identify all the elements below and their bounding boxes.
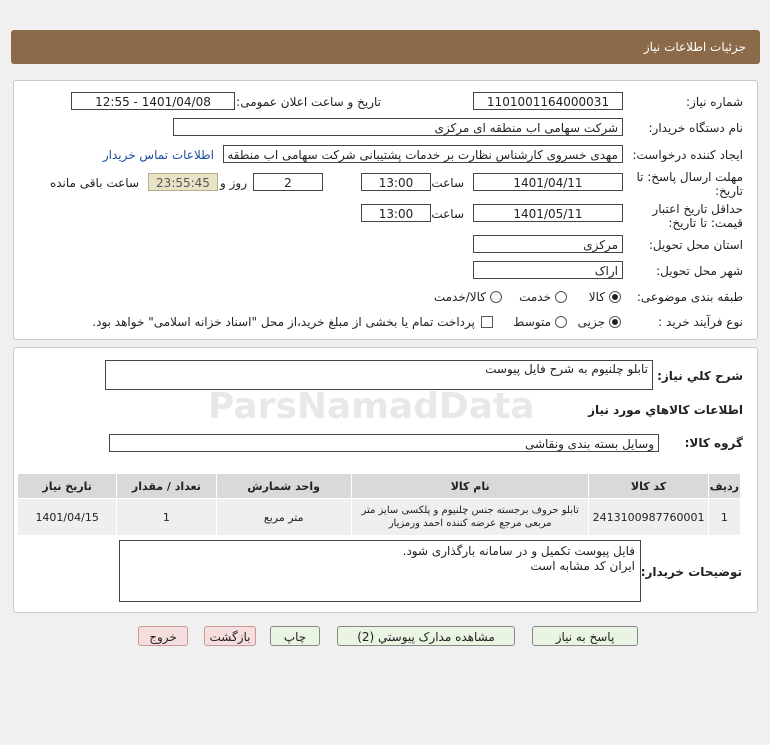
- creator-label: ایجاد کننده درخواست:: [632, 148, 743, 162]
- deadline-label-2: تاریخ:: [715, 184, 743, 198]
- remaining-label: ساعت باقی مانده: [49, 176, 139, 190]
- page-title: جزئیات اطلاعات نیاز: [643, 40, 746, 54]
- page-header: جزئیات اطلاعات نیاز: [11, 30, 760, 64]
- cell-unit: متر مربع: [215, 498, 352, 536]
- goods-section-title: اطلاعات كالاهاي مورد نياز: [588, 403, 743, 417]
- details-panel: شماره نیاز: 1101001164000031 تاریخ و ساع…: [13, 80, 758, 340]
- creator-field: مهدی خسروی کارشناس نظارت بر خدمات پشتیبا…: [223, 145, 623, 163]
- process-label: نوع فرآیند خرید :: [658, 315, 743, 329]
- description-label: شرح كلي نياز:: [657, 369, 743, 383]
- col-name: نام کالا: [350, 473, 590, 499]
- process-radio-minor[interactable]: [609, 316, 621, 328]
- attachments-button[interactable]: مشاهده مدارک پیوستي (2): [337, 626, 515, 646]
- process-medium-label: متوسط: [513, 315, 551, 329]
- process-radio-medium[interactable]: [555, 316, 567, 328]
- validity-time-label: ساعت: [431, 207, 464, 221]
- category-both-label: کالا/خدمت: [433, 290, 486, 304]
- validity-time-field: 13:00: [361, 204, 431, 222]
- city-label: شهر محل تحویل:: [656, 264, 743, 278]
- cell-date: 1401/04/15: [16, 498, 118, 536]
- deadline-label-1: مهلت ارسال پاسخ: تا: [636, 170, 743, 184]
- remaining-time-field: 23:55:45: [148, 173, 218, 191]
- cell-code: 2413100987760001: [588, 498, 709, 536]
- need-number-label: شماره نیاز:: [686, 95, 743, 109]
- days-label: روز و: [220, 176, 247, 190]
- validity-label-2: قیمت: تا تاریخ:: [668, 216, 743, 230]
- buyer-notes-line-1: فایل پیوست تکمیل و در سامانه بارگذاری شو…: [402, 544, 635, 558]
- validity-label-1: حداقل تاریخ اعتبار: [652, 202, 743, 216]
- table-row: 1 2413100987760001 تابلو حروف برجسته جنس…: [16, 498, 742, 536]
- days-field: 2: [253, 173, 323, 191]
- col-code: کد کالا: [588, 473, 709, 499]
- goods-table: ردیف کد کالا نام کالا واحد شمارش تعداد /…: [16, 473, 742, 536]
- validity-date-field: 1401/05/11: [473, 204, 623, 222]
- buyer-notes-box: فایل پیوست تکمیل و در سامانه بارگذاری شو…: [119, 540, 641, 602]
- category-radio-service[interactable]: [555, 291, 567, 303]
- announce-label: تاریخ و ساعت اعلان عمومی:: [236, 95, 381, 109]
- col-qty: تعداد / مقدار: [116, 473, 217, 499]
- buyer-notes-line-2: ایران کد مشابه است: [530, 559, 635, 573]
- announce-field: 1401/04/08 - 12:55: [71, 92, 235, 110]
- reply-button[interactable]: پاسخ به نیاز: [532, 626, 638, 646]
- province-field: مرکزی: [473, 235, 623, 253]
- buyer-field: شرکت سهامی اب منطقه ای مرکزی: [173, 118, 623, 136]
- deadline-time-label: ساعت: [431, 176, 464, 190]
- treasury-checkbox[interactable]: [481, 316, 493, 328]
- category-label: طبقه بندی موضوعی:: [636, 290, 743, 304]
- cell-qty: 1: [116, 498, 217, 536]
- contact-buyer-link[interactable]: اطلاعات تماس خریدار: [103, 148, 214, 162]
- print-button[interactable]: چاپ: [270, 626, 320, 646]
- cell-row: 1: [707, 498, 742, 536]
- category-radio-goods[interactable]: [609, 291, 621, 303]
- col-date: تاریخ نیاز: [16, 473, 118, 499]
- goods-group-field: وسایل بسته بندی ونقاشی: [109, 434, 659, 452]
- back-button[interactable]: بازگشت: [204, 626, 256, 646]
- col-unit: واحد شمارش: [215, 473, 352, 499]
- cell-name: تابلو حروف برجسته جنس چلنیوم و پلکسی سای…: [350, 498, 590, 536]
- buyer-label: نام دستگاه خریدار:: [648, 121, 744, 135]
- description-field: تابلو چلنیوم به شرح فایل پیوست: [105, 360, 653, 390]
- province-label: استان محل تحویل:: [648, 238, 743, 252]
- buyer-notes-label: توضیحات خریدار:: [640, 565, 742, 579]
- category-goods-label: کالا: [588, 290, 605, 304]
- city-field: اراک: [473, 261, 623, 279]
- deadline-time-field: 13:00: [361, 173, 431, 191]
- col-row: ردیف: [707, 473, 742, 499]
- need-number-field: 1101001164000031: [473, 92, 623, 110]
- process-minor-label: جزیی: [577, 315, 605, 329]
- payment-note: پرداخت تمام یا بخشی از مبلغ خرید،از محل …: [92, 315, 475, 329]
- category-service-label: خدمت: [519, 290, 551, 304]
- exit-button[interactable]: خروج: [138, 626, 188, 646]
- category-radio-both[interactable]: [490, 291, 502, 303]
- deadline-date-field: 1401/04/11: [473, 173, 623, 191]
- goods-group-label: گروه كالا:: [684, 436, 743, 450]
